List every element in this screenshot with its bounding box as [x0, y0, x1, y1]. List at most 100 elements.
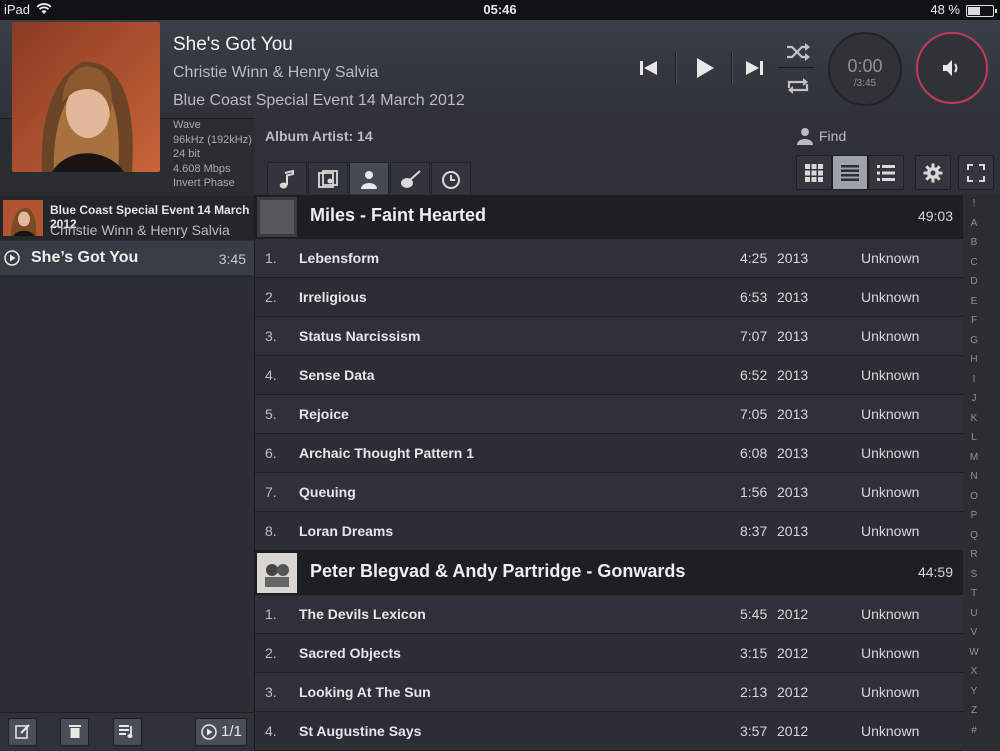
detail-list-icon	[877, 165, 895, 181]
tab-genres[interactable]	[390, 162, 430, 195]
track-row[interactable]: 3. Status Narcissism 7:07 2013 Unknown	[255, 317, 963, 356]
grid-view-button[interactable]	[796, 155, 832, 190]
album-thumbnail	[257, 197, 297, 237]
index-letter[interactable]: K	[963, 409, 985, 429]
save-playlist-button[interactable]	[113, 718, 142, 746]
track-row[interactable]: 2. Sacred Objects 3:15 2012 Unknown	[255, 634, 963, 673]
index-letter[interactable]: S	[963, 565, 985, 585]
index-letter[interactable]: H	[963, 350, 985, 370]
track-row[interactable]: 6. Archaic Thought Pattern 1 6:08 2013 Unkno…	[255, 434, 963, 473]
album-header[interactable]: Peter Blegvad & Andy Partridge - Gonward…	[255, 551, 963, 595]
progress-ring[interactable]: 0:00 /3:45	[828, 32, 902, 106]
repeat-button[interactable]	[785, 76, 811, 101]
index-letter[interactable]: #	[963, 721, 985, 741]
track-genre: Unknown	[861, 406, 920, 422]
detail-view-button[interactable]	[868, 155, 904, 190]
index-letter[interactable]: Y	[963, 682, 985, 702]
index-letter[interactable]: J	[963, 389, 985, 409]
playlist-item[interactable]: She’s Got You 3:45	[0, 241, 254, 275]
index-letter[interactable]: W	[963, 643, 985, 663]
index-letter[interactable]: N	[963, 467, 985, 487]
index-letter[interactable]: X	[963, 662, 985, 682]
next-button[interactable]	[743, 58, 765, 83]
next-icon	[746, 61, 763, 75]
track-year: 2013	[777, 523, 809, 539]
track-duration: 3:15	[740, 645, 768, 661]
previous-button[interactable]	[638, 58, 660, 83]
delete-button[interactable]	[60, 718, 89, 746]
track-year: 2013	[777, 328, 809, 344]
total-time: /3:45	[853, 78, 877, 89]
transport-divider	[675, 52, 677, 84]
index-letter[interactable]: V	[963, 623, 985, 643]
track-genre: Unknown	[861, 645, 920, 661]
list-view-button[interactable]	[832, 155, 868, 190]
previous-icon	[640, 61, 657, 75]
track-row[interactable]: 4. Sense Data 6:52 2013 Unknown	[255, 356, 963, 395]
playlist-group[interactable]: Blue Coast Special Event 14 March 2012 C…	[0, 196, 254, 240]
track-row[interactable]: 4. St Augustine Says 3:57 2012 Unknown	[255, 712, 963, 751]
playlist-group-artist: Christie Winn & Henry Salvia	[50, 222, 230, 238]
track-year: 2013	[777, 367, 809, 383]
index-letter[interactable]: B	[963, 233, 985, 253]
play-icon	[697, 58, 714, 78]
playlist-page: 1/1	[221, 723, 242, 740]
album-header[interactable]: Miles - Faint Hearted 49:03	[255, 195, 963, 239]
play-mode-button[interactable]: 1/1	[195, 718, 247, 746]
index-letter[interactable]: C	[963, 253, 985, 273]
album-art[interactable]	[12, 22, 160, 172]
tab-recent[interactable]	[431, 162, 471, 195]
play-button[interactable]	[693, 56, 717, 85]
track-title: Looking At The Sun	[299, 684, 431, 700]
tab-songs[interactable]	[267, 162, 307, 195]
index-letter[interactable]: Q	[963, 526, 985, 546]
album-thumbnail	[3, 200, 43, 236]
track-genre: Unknown	[861, 328, 920, 344]
track-row[interactable]: 1. The Devils Lexicon 5:45 2012 Unknown	[255, 595, 963, 634]
track-row[interactable]: 2. Irreligious 6:53 2013 Unknown	[255, 278, 963, 317]
index-letter[interactable]: G	[963, 331, 985, 351]
settings-button[interactable]	[915, 155, 951, 190]
track-row[interactable]: 3. Looking At The Sun 2:13 2012 Unknown	[255, 673, 963, 712]
alphabet-index[interactable]: ! A B C D E F G H I J K L M N O P Q R S T U V W X Y Z #	[963, 194, 985, 750]
index-letter[interactable]: P	[963, 506, 985, 526]
find-button[interactable]: Find	[796, 127, 846, 150]
index-letter[interactable]: A	[963, 214, 985, 234]
index-letter[interactable]: T	[963, 584, 985, 604]
track-row[interactable]: 8. Loran Dreams 8:37 2013 Unknown	[255, 512, 963, 551]
expand-icon	[967, 164, 985, 182]
track-duration: 6:08	[740, 445, 768, 461]
index-letter[interactable]: R	[963, 545, 985, 565]
volume-button[interactable]	[916, 32, 988, 104]
album-title: Peter Blegvad & Andy Partridge - Gonward…	[310, 561, 686, 581]
tab-artists[interactable]	[349, 162, 389, 195]
track-year: 2013	[777, 484, 809, 500]
index-letter[interactable]: Z	[963, 701, 985, 721]
index-letter[interactable]: M	[963, 448, 985, 468]
index-letter[interactable]: I	[963, 370, 985, 390]
index-letter[interactable]: O	[963, 487, 985, 507]
tab-albums[interactable]	[308, 162, 348, 195]
track-row[interactable]: 5. Rejoice 7:05 2013 Unknown	[255, 395, 963, 434]
guitar-icon	[401, 170, 421, 188]
track-row[interactable]: 1. Lebensform 4:25 2013 Unknown	[255, 239, 963, 278]
track-year: 2013	[777, 289, 809, 305]
fullscreen-button[interactable]	[958, 155, 994, 190]
index-letter[interactable]: L	[963, 428, 985, 448]
index-letter[interactable]: U	[963, 604, 985, 624]
index-letter[interactable]: D	[963, 272, 985, 292]
index-letter[interactable]: F	[963, 311, 985, 331]
format-bitrate: 4.608 Mbps	[173, 162, 231, 175]
album-icon	[318, 170, 338, 188]
track-duration: 4:25	[740, 250, 768, 266]
edit-button[interactable]	[8, 718, 37, 746]
status-bar: iPad 05:46 48 %	[0, 0, 1000, 20]
track-number: 4.	[265, 367, 277, 383]
track-number: 1.	[265, 250, 277, 266]
track-row[interactable]: 7. Queuing 1:56 2013 Unknown	[255, 473, 963, 512]
shuffle-button[interactable]	[785, 42, 811, 67]
index-letter[interactable]: E	[963, 292, 985, 312]
grid-icon	[805, 164, 823, 182]
index-letter[interactable]: !	[963, 194, 985, 214]
track-number: 7.	[265, 484, 277, 500]
